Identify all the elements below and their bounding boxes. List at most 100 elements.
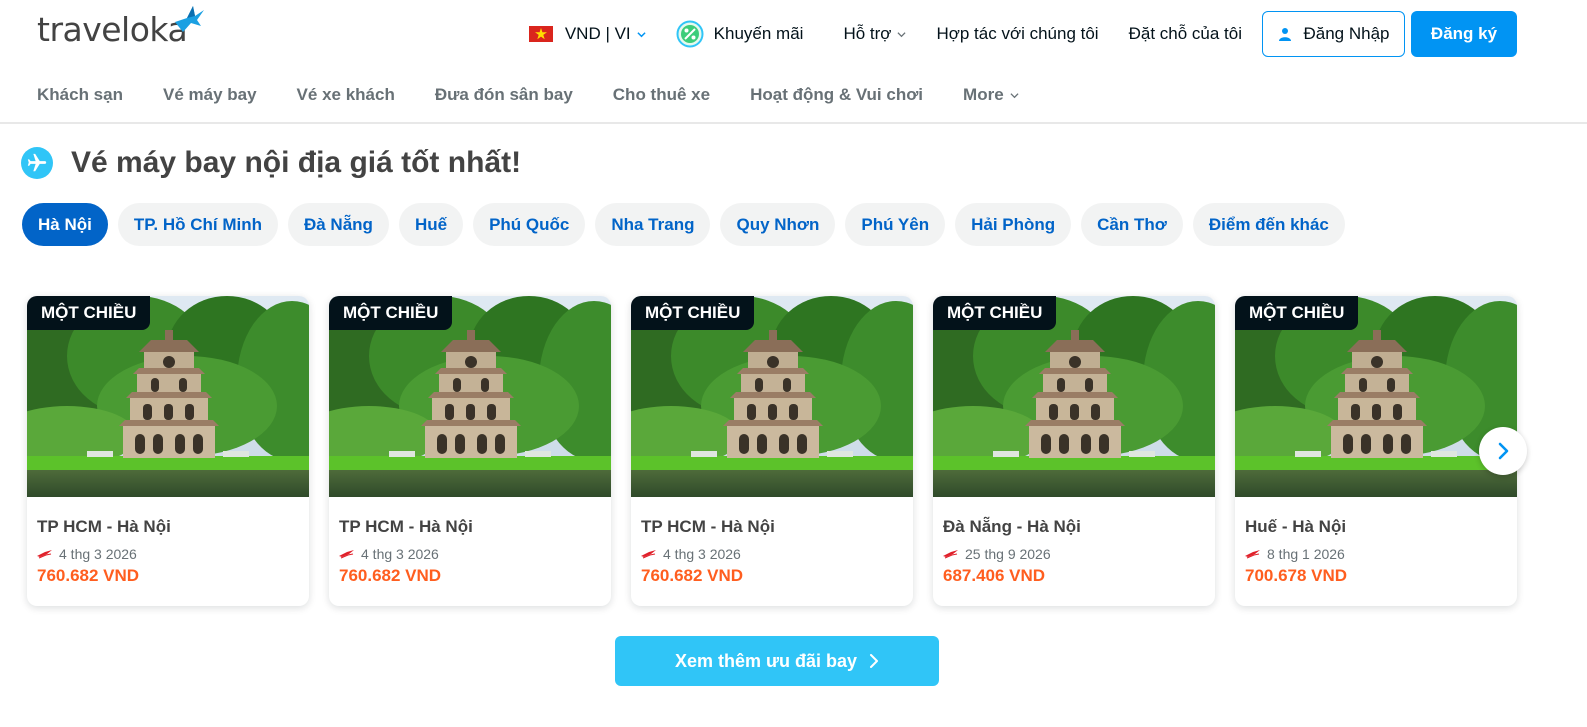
nav-label: Hoạt động & Vui chơi <box>750 85 924 104</box>
airline-logo-icon <box>1245 550 1260 559</box>
nav-label: More <box>963 85 1004 104</box>
price-label: 760.682 VND <box>37 566 140 585</box>
chip-phu-quoc[interactable]: Phú Quốc <box>473 203 586 246</box>
badge-label: MỘT CHIỀU <box>343 303 439 322</box>
section-header: Vé máy bay nội địa giá tốt nhất! <box>21 146 521 180</box>
chip-label: Phú Yên <box>861 214 930 234</box>
login-label: Đăng Nhập <box>1303 24 1390 43</box>
chevron-down-icon <box>637 31 646 37</box>
chip-label: TP. Hồ Chí Minh <box>133 214 262 234</box>
one-way-badge: MỘT CHIỀU <box>329 296 453 330</box>
nav-flights[interactable]: Vé máy bay <box>163 85 257 105</box>
badge-label: MỘT CHIỀU <box>41 303 137 322</box>
date-row: 4 thg 3 2026 <box>37 546 299 562</box>
chip-hai-phong[interactable]: Hải Phòng <box>955 203 1072 246</box>
signup-button[interactable]: Đăng ký <box>1411 11 1517 57</box>
destination-chips: Hà Nội TP. Hồ Chí Minh Đà Nẵng Huế Phú Q… <box>22 203 1355 246</box>
my-bookings-link[interactable]: Đặt chỗ của tôi <box>1129 11 1242 57</box>
airline-logo-icon <box>641 550 656 559</box>
flight-deal-card[interactable]: MỘT CHIỀU TP HCM - Hà Nội 4 thg 3 2026 7… <box>329 296 611 606</box>
nav-airport-transfer[interactable]: Đưa đón sân bay <box>435 85 573 105</box>
chip-da-nang[interactable]: Đà Nẵng <box>287 203 389 246</box>
product-nav: Khách sạn Vé máy bay Vé xe khách Đưa đón… <box>0 68 1587 124</box>
card-body: TP HCM - Hà Nội 4 thg 3 2026 760.682 VND <box>329 497 611 586</box>
section-title: Vé máy bay nội địa giá tốt nhất! <box>71 146 522 179</box>
flight-date: 4 thg 3 2026 <box>59 546 137 562</box>
nav-label: Vé máy bay <box>162 85 257 104</box>
nav-more[interactable]: More <box>963 85 1019 105</box>
chip-label: Phú Quốc <box>489 214 570 234</box>
one-way-badge: MỘT CHIỀU <box>27 296 151 330</box>
chevron-down-icon <box>1010 92 1019 98</box>
chip-label: Nha Trang <box>611 214 695 234</box>
date-row: 4 thg 3 2026 <box>339 546 601 562</box>
chip-label: Đà Nẵng <box>303 214 373 234</box>
nav-activities[interactable]: Hoạt động & Vui chơi <box>750 85 923 105</box>
card-body: Huế - Hà Nội 8 thg 1 2026 700.678 VND <box>1235 497 1517 586</box>
date-row: 8 thg 1 2026 <box>1245 546 1507 562</box>
flight-deal-cards: MỘT CHIỀU TP HCM - Hà Nội 4 thg 3 2026 7… <box>27 296 1517 606</box>
see-more-flight-deals-button[interactable]: Xem thêm ưu đãi bay <box>615 636 939 686</box>
flight-deal-card[interactable]: MỘT CHIỀU TP HCM - Hà Nội 4 thg 3 2026 7… <box>27 296 309 606</box>
top-header: traveloka VND | VI Khuyến mãi Hỗ trợ Hợp… <box>0 0 1587 68</box>
badge-label: MỘT CHIỀU <box>947 303 1043 322</box>
badge-label: MỘT CHIỀU <box>645 303 741 322</box>
support-menu[interactable]: Hỗ trợ <box>843 11 906 57</box>
nav-bus-tickets[interactable]: Vé xe khách <box>297 85 395 105</box>
chevron-right-icon <box>870 654 879 668</box>
nav-label: Đưa đón sân bay <box>434 85 573 104</box>
chip-other-destinations[interactable]: Điểm đến khác <box>1192 203 1345 246</box>
date-row: 4 thg 3 2026 <box>641 546 903 562</box>
chevron-down-icon <box>897 31 906 37</box>
price-label: 687.406 VND <box>943 566 1046 585</box>
support-label: Hỗ trợ <box>843 24 892 43</box>
price-label: 760.682 VND <box>339 566 442 585</box>
promo-link[interactable]: Khuyến mãi <box>676 11 803 57</box>
airline-logo-icon <box>943 550 958 559</box>
chip-tp-ho-chi-minh[interactable]: TP. Hồ Chí Minh <box>117 203 278 246</box>
route-label: TP HCM - Hà Nội <box>641 517 775 536</box>
chip-label: Cần Thơ <box>1097 214 1167 234</box>
flight-deal-card[interactable]: MỘT CHIỀU Đà Nẵng - Hà Nội 25 thg 9 2026… <box>933 296 1215 606</box>
flight-date: 8 thg 1 2026 <box>1267 546 1345 562</box>
bird-logo-icon <box>175 6 204 32</box>
currency-language-selector[interactable]: VND | VI <box>528 11 646 57</box>
flight-deal-card[interactable]: MỘT CHIỀU Huế - Hà Nội 8 thg 1 2026 700.… <box>1235 296 1517 606</box>
traveloka-logo[interactable]: traveloka <box>37 6 204 50</box>
vietnam-flag-icon <box>528 26 553 42</box>
date-row: 25 thg 9 2026 <box>943 546 1205 562</box>
my-bookings-label: Đặt chỗ của tôi <box>1128 24 1242 43</box>
see-more-label: Xem thêm ưu đãi bay <box>674 650 858 671</box>
chip-quy-nhon[interactable]: Quy Nhơn <box>720 203 836 246</box>
nav-label: Vé xe khách <box>296 85 395 104</box>
route-label: Huế - Hà Nội <box>1245 517 1347 536</box>
nav-car-rental[interactable]: Cho thuê xe <box>613 85 710 105</box>
chip-nha-trang[interactable]: Nha Trang <box>595 203 711 246</box>
chip-phu-yen[interactable]: Phú Yên <box>845 203 946 246</box>
nav-label: Khách sạn <box>37 85 123 104</box>
partner-label: Hợp tác với chúng tôi <box>936 24 1099 43</box>
card-body: Đà Nẵng - Hà Nội 25 thg 9 2026 687.406 V… <box>933 497 1215 586</box>
chip-label: Huế <box>414 214 448 234</box>
card-body: TP HCM - Hà Nội 4 thg 3 2026 760.682 VND <box>631 497 913 586</box>
airplane-icon <box>21 147 53 179</box>
price-label: 760.682 VND <box>641 566 744 585</box>
carousel-next-button[interactable] <box>1479 427 1527 475</box>
login-button[interactable]: Đăng Nhập <box>1262 11 1405 57</box>
user-icon <box>1279 28 1292 41</box>
nav-label: Cho thuê xe <box>612 85 711 104</box>
chip-hue[interactable]: Huế <box>398 203 464 246</box>
chip-can-tho[interactable]: Cần Thơ <box>1081 203 1183 246</box>
chip-ha-noi[interactable]: Hà Nội <box>22 203 108 246</box>
badge-label: MỘT CHIỀU <box>1249 303 1345 322</box>
flight-deal-card[interactable]: MỘT CHIỀU TP HCM - Hà Nội 4 thg 3 2026 7… <box>631 296 913 606</box>
nav-hotels[interactable]: Khách sạn <box>37 85 123 105</box>
chevron-right-icon <box>1498 442 1509 460</box>
one-way-badge: MỘT CHIỀU <box>631 296 755 330</box>
one-way-badge: MỘT CHIỀU <box>1235 296 1359 330</box>
partner-link[interactable]: Hợp tác với chúng tôi <box>936 11 1098 57</box>
price-label: 700.678 VND <box>1245 566 1348 585</box>
percent-badge-icon <box>676 20 704 48</box>
logo-text: traveloka <box>37 10 188 49</box>
signup-label: Đăng ký <box>1430 24 1498 43</box>
